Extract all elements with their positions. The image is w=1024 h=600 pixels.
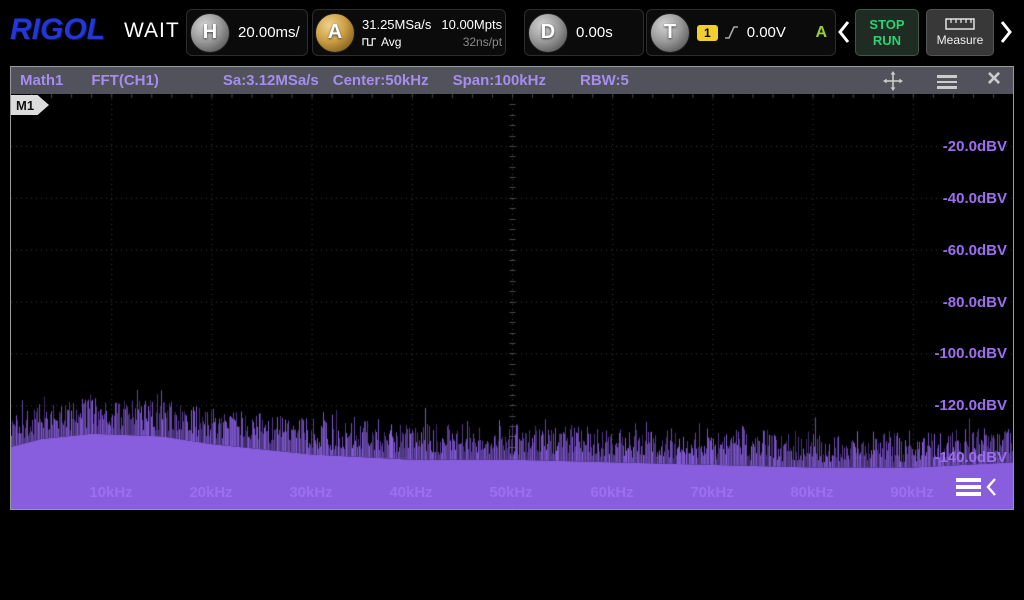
fft-graticule: M1 -20.0dBV -40.0dBV -60.0dBV -80.0dBV -…	[11, 94, 1013, 509]
y-axis-label: -120.0dBV	[934, 397, 1007, 414]
knob-letter-a: A	[327, 21, 343, 43]
fft-rbw: RBW:5	[579, 72, 629, 89]
delay-value: 0.00s	[576, 24, 613, 41]
acquire-mode: Avg	[362, 35, 431, 49]
fft-title: Math1	[20, 72, 64, 89]
rigol-logo: RIGOL	[10, 13, 105, 46]
chevron-left-icon	[986, 477, 996, 496]
delay-control[interactable]: D 0.00s	[524, 9, 644, 56]
knob-letter-h: H	[202, 21, 218, 43]
trigger-slope-icon	[724, 26, 738, 39]
x-axis-label: 60kHz	[590, 484, 634, 501]
acquire-knob[interactable]: A	[315, 12, 355, 53]
y-axis-label: -20.0dBV	[942, 138, 1007, 155]
trigger-level-value: 0.00V	[746, 24, 786, 41]
trigger-sweep-mode: A	[815, 23, 827, 41]
x-axis-label: 30kHz	[289, 484, 333, 501]
stop-run-button[interactable]: STOP RUN	[855, 9, 919, 56]
toolbar-scroll-right-icon[interactable]	[998, 19, 1014, 45]
run-label: RUN	[872, 32, 902, 48]
trigger-knob[interactable]: T	[650, 12, 690, 53]
trigger-source-badge: 1	[697, 24, 718, 41]
acquire-info: 31.25MSa/s 10.00Mpts Avg 32ns/pt	[362, 17, 502, 49]
move-window-icon[interactable]	[883, 71, 903, 91]
knob-letter-t: T	[663, 21, 677, 43]
fft-center-freq: Center:50kHz	[332, 72, 429, 89]
toolbar-scroll-left-icon[interactable]	[836, 19, 852, 45]
x-axis-label: 90kHz	[890, 484, 934, 501]
fft-span: Span:100kHz	[452, 72, 546, 89]
y-axis-label: -60.0dBV	[942, 242, 1007, 259]
y-axis-label: -100.0dBV	[934, 345, 1007, 362]
bottom-channel-bar: R 1 100.00mV/ 0.00V 20MHz 2 200.00mV/ 0.…	[0, 515, 1024, 600]
x-axis-label: 70kHz	[690, 484, 734, 501]
measure-button[interactable]: Measure	[926, 9, 994, 56]
fft-spectrum-canvas[interactable]	[11, 94, 1013, 509]
fft-header-bar[interactable]: Math1 FFT(CH1) Sa:3.12MSa/s Center:50kHz…	[11, 65, 1013, 94]
measure-label: Measure	[936, 33, 984, 47]
fft-function: FFT(CH1)	[91, 72, 159, 89]
oscilloscope-ui: RIGOL WAIT H 20.00ms/ A 31.25MSa/s 10.00…	[0, 0, 1024, 600]
x-axis-label: 50kHz	[489, 484, 533, 501]
fft-result-window: Math1 FFT(CH1) Sa:3.12MSa/s Center:50kHz…	[10, 65, 1014, 510]
acquisition-status: WAIT	[124, 19, 180, 42]
collapsed-menu-handle[interactable]	[956, 475, 997, 500]
hamburger-icon	[956, 475, 981, 500]
x-axis-label: 20kHz	[189, 484, 233, 501]
ruler-icon	[945, 18, 975, 30]
sample-resolution: 32ns/pt	[462, 34, 503, 49]
y-axis-label: -40.0dBV	[942, 190, 1007, 207]
fft-sample-rate: Sa:3.12MSa/s	[222, 72, 319, 89]
top-status-bar: RIGOL WAIT H 20.00ms/ A 31.25MSa/s 10.00…	[0, 0, 1024, 64]
sample-rate: 31.25MSa/s	[362, 16, 432, 32]
x-axis-label: 80kHz	[790, 484, 834, 501]
y-axis-label: -80.0dBV	[942, 294, 1007, 311]
stop-label: STOP	[869, 16, 905, 32]
acquire-mode-label: Avg	[381, 34, 402, 49]
fft-menu-icon[interactable]	[937, 75, 957, 89]
trigger-control[interactable]: T 1 0.00V A	[646, 9, 836, 56]
horizontal-scale-control[interactable]: H 20.00ms/	[186, 9, 308, 56]
x-axis-label: 10kHz	[89, 484, 133, 501]
memory-depth: 10.00Mpts	[441, 16, 503, 32]
close-window-icon[interactable]: ×	[987, 65, 1001, 92]
y-axis-label: -140.0dBV	[934, 449, 1007, 466]
delay-knob[interactable]: D	[528, 12, 568, 53]
horizontal-scale-value: 20.00ms/	[238, 24, 300, 41]
knob-letter-d: D	[540, 21, 556, 43]
horizontal-knob[interactable]: H	[190, 12, 230, 53]
avg-mode-icon	[362, 38, 376, 46]
x-axis-label: 40kHz	[389, 484, 433, 501]
acquire-control[interactable]: A 31.25MSa/s 10.00Mpts Avg 32ns/pt	[312, 9, 506, 56]
